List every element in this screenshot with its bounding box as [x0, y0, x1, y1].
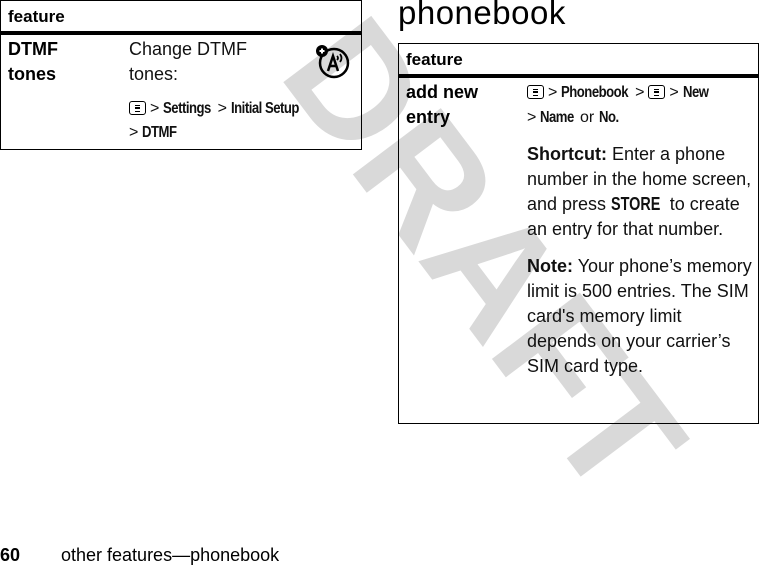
table-header: feature: [1, 1, 361, 35]
feature-name-line: add new: [406, 82, 479, 102]
dtmf-feature-table: feature DTMF tones Change DTMF tones: > S…: [0, 0, 362, 150]
path-item-name: Name: [540, 109, 575, 126]
path-item-phonebook: Phonebook: [561, 84, 629, 101]
path-item-number: No.: [598, 109, 619, 126]
menu-key-icon: [129, 101, 146, 115]
page-number: 60: [0, 545, 21, 565]
table-header: feature: [399, 44, 758, 78]
menu-key-icon: [648, 85, 666, 99]
feature-name-line: DTMF: [8, 39, 58, 59]
feature-name: add new entry: [399, 78, 527, 379]
phonebook-feature-table: feature add new entry > Phonebook > > New > N…: [398, 43, 759, 424]
table-row: add new entry > Phonebook > > New > Name or N…: [399, 78, 758, 379]
menu-key-icon: [527, 85, 544, 99]
path-item-initial-setup: Initial Setup: [231, 100, 299, 117]
running-title: other features—phonebook: [61, 545, 280, 565]
menu-path: > Phonebook > > New > Name or No.: [527, 80, 755, 130]
note-label: Note:: [527, 256, 573, 276]
path-item-new: New: [682, 84, 709, 101]
note-paragraph: Note: Your phone’s memory limit is 500 e…: [527, 254, 755, 379]
network-feature-icon: [316, 45, 350, 79]
feature-name-line: tones: [8, 64, 57, 84]
feature-name-line: entry: [406, 107, 451, 127]
shortcut-paragraph: Shortcut: Enter a phone number in the ho…: [527, 142, 755, 242]
path-or: or: [579, 109, 595, 126]
path-item-settings: Settings: [163, 100, 212, 117]
menu-path: > Settings > Initial Setup > DTMF: [129, 97, 354, 145]
shortcut-label: Shortcut:: [527, 144, 607, 164]
feature-description: > Phonebook > > New > Name or No. Shortcut: E…: [527, 78, 755, 379]
feature-name: DTMF tones: [1, 35, 129, 145]
table-row: DTMF tones Change DTMF tones: > Settings >…: [1, 35, 361, 145]
store-key-label: STORE: [611, 194, 661, 214]
path-item-dtmf: DTMF: [142, 124, 177, 141]
section-title: phonebook: [398, 0, 566, 31]
